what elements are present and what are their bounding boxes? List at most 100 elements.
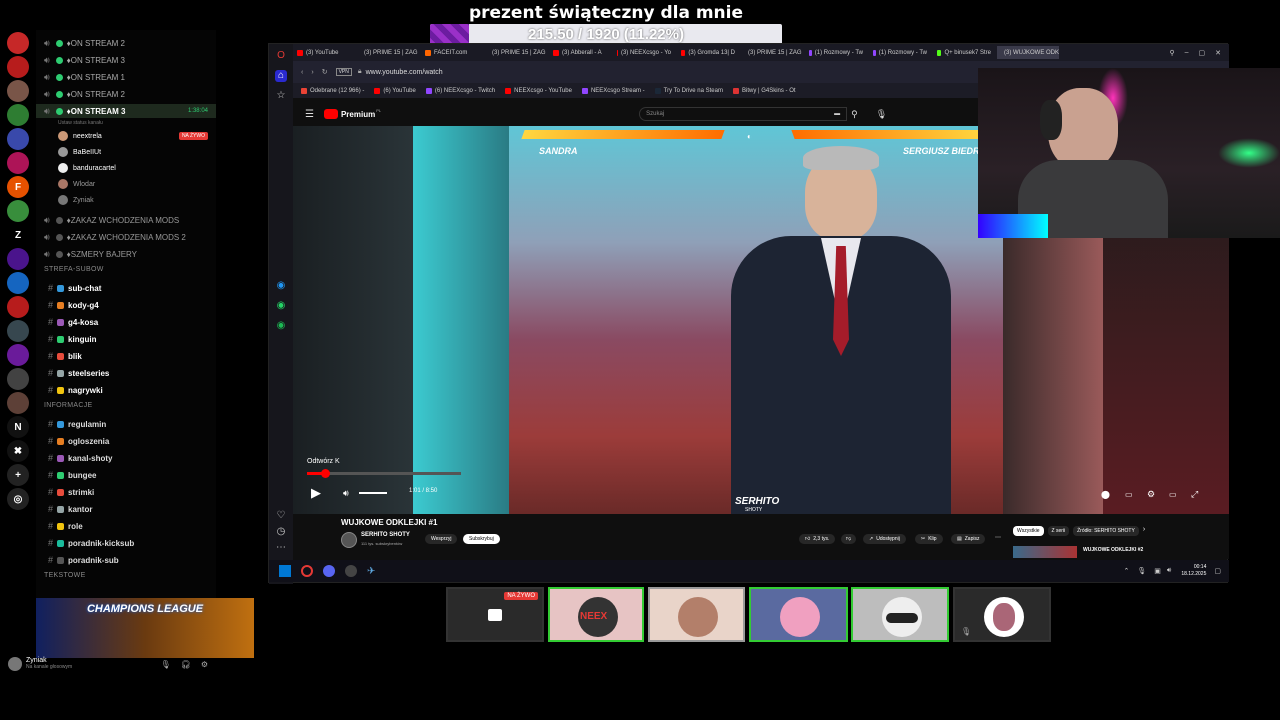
browser-tab[interactable]: (3) Abberall - A [549, 46, 611, 59]
game-icon[interactable] [7, 392, 29, 414]
voice-user[interactable]: neextrela NA ŻYWO [58, 129, 208, 143]
letter-z-icon[interactable]: Z [7, 224, 29, 246]
browser-tab[interactable]: (3) Gromda 13| D [677, 46, 739, 59]
voice-channel[interactable]: 🔊︎ ♦ON STREAM 2 [36, 87, 216, 101]
rose-icon[interactable] [7, 152, 29, 174]
forward-icon[interactable]: › [311, 69, 313, 76]
headset-icon[interactable]: 🎧︎ [181, 660, 191, 669]
search-input[interactable]: Szukaj ▬ [639, 107, 848, 121]
close-icon[interactable]: ✕ [1215, 49, 1221, 57]
mic-icon[interactable]: 🎙︎ [876, 109, 887, 120]
fullscreen-icon[interactable]: ⤢ [1191, 489, 1198, 500]
browser-tab[interactable]: (3) PRIME 15 | ZAG [485, 46, 547, 59]
steam-taskbar-icon[interactable]: ✈ [367, 566, 375, 577]
voice-user[interactable]: banduracartel [58, 161, 208, 175]
chip-series[interactable]: Z serii [1047, 526, 1070, 536]
shot-icon[interactable] [7, 368, 29, 390]
figure-icon[interactable] [7, 128, 29, 150]
text-channel[interactable]: # strimki [36, 485, 216, 499]
red-bowl-icon[interactable] [7, 32, 29, 54]
history-icon[interactable]: ◷ [275, 526, 287, 538]
like-button[interactable]: 👍︎ 2,3 tys. [799, 534, 836, 544]
stream-thumb-6[interactable]: 🎙︎ [953, 587, 1051, 642]
opera-taskbar-icon[interactable] [301, 565, 313, 577]
clan-icon[interactable] [7, 344, 29, 366]
voice-user[interactable]: Zyniak [58, 193, 208, 207]
more-actions-icon[interactable]: ⋯ [995, 534, 1001, 541]
share-button[interactable]: ↗ Udostępnij [863, 534, 906, 544]
search-tabs-icon[interactable]: ⚲ [1169, 49, 1174, 57]
channel-category[interactable]: TEKSTOWE [44, 572, 86, 579]
text-channel[interactable]: # nagrywki [36, 383, 216, 397]
opera-logo-icon[interactable]: O [275, 50, 287, 62]
text-channel[interactable]: # ogloszenia [36, 434, 216, 448]
chevron-right-icon[interactable]: › [1143, 526, 1145, 536]
browser-tab[interactable]: (3) YouTube [293, 46, 355, 59]
text-channel[interactable]: # kantor [36, 502, 216, 516]
channel-avatar[interactable] [341, 532, 357, 548]
progress-knob[interactable] [320, 469, 330, 478]
locked-voice-channel[interactable]: 🔊︎ ♦SZMERY BAJERY [36, 247, 216, 261]
support-button[interactable]: Wesprzyj [425, 534, 458, 544]
browser-tab[interactable]: FACEIT.com [421, 46, 483, 59]
stream-thumb-3[interactable] [648, 587, 745, 642]
channel-status[interactable]: Ustaw status kanału [58, 116, 103, 130]
maximize-icon[interactable]: ▢ [1199, 49, 1206, 57]
mic-icon[interactable]: 🎙︎ [161, 660, 171, 669]
more-icon[interactable]: ⋯ [275, 542, 287, 554]
text-channel[interactable]: # regulamin [36, 417, 216, 431]
compass-icon[interactable]: ◎ [7, 488, 29, 510]
colorful-icon[interactable] [7, 200, 29, 222]
browser-tab[interactable]: (3) NEEXcsgo - Yo [613, 46, 675, 59]
chip-source[interactable]: Źródło: SERHITO SHOTY [1073, 526, 1139, 536]
voice-user[interactable]: Wlodar [58, 177, 208, 191]
youtube-logo-icon[interactable] [323, 109, 338, 119]
bookmark-icon[interactable]: ☆ [275, 90, 287, 102]
heart-icon[interactable]: ♡ [275, 510, 287, 522]
clip-button[interactable]: ✂ Klip [915, 534, 943, 544]
settings-icon[interactable]: ⚙ [1147, 489, 1155, 500]
next-video-title[interactable]: WUJKOWE ODKLEJKI #2 [1083, 547, 1143, 553]
channel-category[interactable]: STREFA-SUBOW [44, 266, 104, 273]
bookmark-item[interactable]: Try To Drive na Steam [654, 87, 723, 94]
chip-all[interactable]: Wszystkie [1013, 526, 1044, 536]
voice-channel[interactable]: 🔊︎ ♦ON STREAM 2 [36, 36, 216, 50]
santa-icon[interactable] [7, 56, 29, 78]
text-channel[interactable]: # kinguin [36, 332, 216, 346]
text-channel[interactable]: # kody-g4 [36, 298, 216, 312]
plus-icon[interactable]: + [7, 464, 29, 486]
text-channel[interactable]: # g4-kosa [36, 315, 216, 329]
volume-slider[interactable] [359, 492, 387, 494]
text-channel[interactable]: # poradnik-sub [36, 553, 216, 567]
user-settings-icon[interactable]: ⚙ [201, 660, 208, 669]
text-channel[interactable]: # bungee [36, 468, 216, 482]
browser-tab[interactable]: (3) PRIME 15 | ZAG [357, 46, 419, 59]
reload-icon[interactable]: ↻ [322, 68, 328, 76]
text-channel[interactable]: # role [36, 519, 216, 533]
browser-tab[interactable]: Q+ binusek7 Stre [933, 46, 995, 59]
tray-network-icon[interactable]: ▣ [1154, 567, 1161, 575]
stream-thumb-2[interactable]: NEEX [548, 587, 644, 642]
channel-name[interactable]: SERHITO SHOTY [361, 532, 410, 538]
bookmark-item[interactable]: (6) NEEXcsgo - Twitch [425, 87, 495, 94]
red-logo-icon[interactable] [7, 296, 29, 318]
voice-channel[interactable]: 🔊︎ ♦ON STREAM 1 [36, 70, 216, 84]
messenger-icon[interactable]: ◉ [275, 280, 287, 292]
text-channel[interactable]: # kanal-shoty [36, 451, 216, 465]
app-taskbar-icon[interactable] [345, 565, 357, 577]
keyboard-icon[interactable]: ▬ [834, 108, 840, 120]
search-icon[interactable]: ⚲ [851, 109, 858, 120]
url-text[interactable]: www.youtube.com/watch [366, 69, 443, 76]
tray-volume-icon[interactable]: 🔊︎ [1167, 567, 1171, 575]
notifications-icon[interactable]: ▢ [1214, 567, 1221, 575]
back-icon[interactable]: ‹ [301, 69, 303, 76]
text-channel[interactable]: # poradnik-kicksub [36, 536, 216, 550]
tray-chevron-icon[interactable]: ⌃ [1124, 567, 1130, 575]
letter-f-icon[interactable]: F [7, 176, 29, 198]
bookmark-item[interactable]: NEEXcsgo - YouTube [505, 87, 572, 94]
bookmark-item[interactable]: Bitwy | G4Skins - Ot [732, 87, 796, 94]
bookmark-item[interactable]: Odebrane (12 966) - [301, 87, 364, 94]
gamer-icon[interactable] [7, 248, 29, 270]
whatsapp-icon[interactable]: ◉ [275, 300, 287, 312]
minimize-icon[interactable]: – [1185, 49, 1189, 57]
